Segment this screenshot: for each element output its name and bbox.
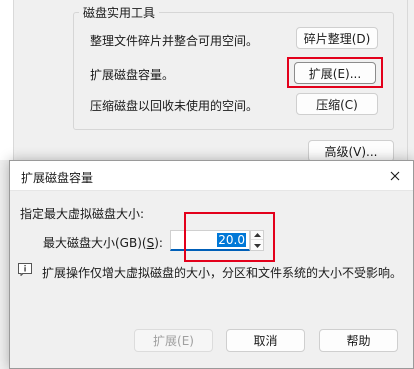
spin-up-button[interactable] [251, 231, 263, 240]
dialog-titlebar: 扩展磁盘容量 [10, 161, 413, 191]
spin-buttons [250, 230, 264, 251]
max-size-label-prefix: 最大磁盘大小(GB)( [43, 236, 147, 250]
close-button[interactable] [377, 161, 413, 190]
defrag-button[interactable]: 碎片整理(D) [296, 27, 378, 49]
window-left-strip [0, 0, 13, 160]
window-border-left [13, 0, 14, 160]
expand-description: 扩展磁盘容量。 [90, 68, 175, 82]
cancel-button[interactable]: 取消 [226, 329, 305, 352]
disk-utilities-title: 磁盘实用工具 [79, 4, 160, 21]
max-size-input[interactable]: 20.0 [170, 230, 250, 251]
info-icon [18, 263, 32, 276]
max-size-value: 20.0 [217, 233, 246, 247]
max-size-label: 最大磁盘大小(GB)(S): [43, 234, 163, 251]
section-label: 指定最大虚拟磁盘大小: [20, 207, 145, 221]
advanced-button[interactable]: 高级(V)... [308, 140, 394, 162]
expand-disk-button[interactable]: 扩展(E)... [294, 62, 376, 84]
spin-down-button[interactable] [251, 241, 263, 250]
spin-up-icon [253, 233, 261, 237]
compact-button[interactable]: 压缩(C) [296, 93, 378, 115]
close-icon [390, 171, 400, 180]
compact-description: 压缩磁盘以回收未使用的空间。 [90, 99, 259, 113]
defrag-description: 整理文件碎片并整合可用空间。 [90, 34, 259, 48]
dialog-title: 扩展磁盘容量 [21, 171, 94, 185]
expand-button[interactable]: 扩展(E) [134, 329, 213, 352]
info-text: 扩展操作仅增大虚拟磁盘的大小，分区和文件系统的大小不受影响。 [42, 266, 403, 280]
max-size-label-suffix: ): [154, 236, 163, 250]
spin-down-icon [253, 243, 261, 248]
window-border-right [407, 0, 408, 160]
expand-disk-dialog: 扩展磁盘容量 指定最大虚拟磁盘大小: 最大磁盘大小(GB)(S): 20.0 扩… [9, 160, 414, 369]
max-size-spinner: 20.0 [170, 230, 266, 251]
help-button[interactable]: 帮助 [319, 329, 398, 352]
